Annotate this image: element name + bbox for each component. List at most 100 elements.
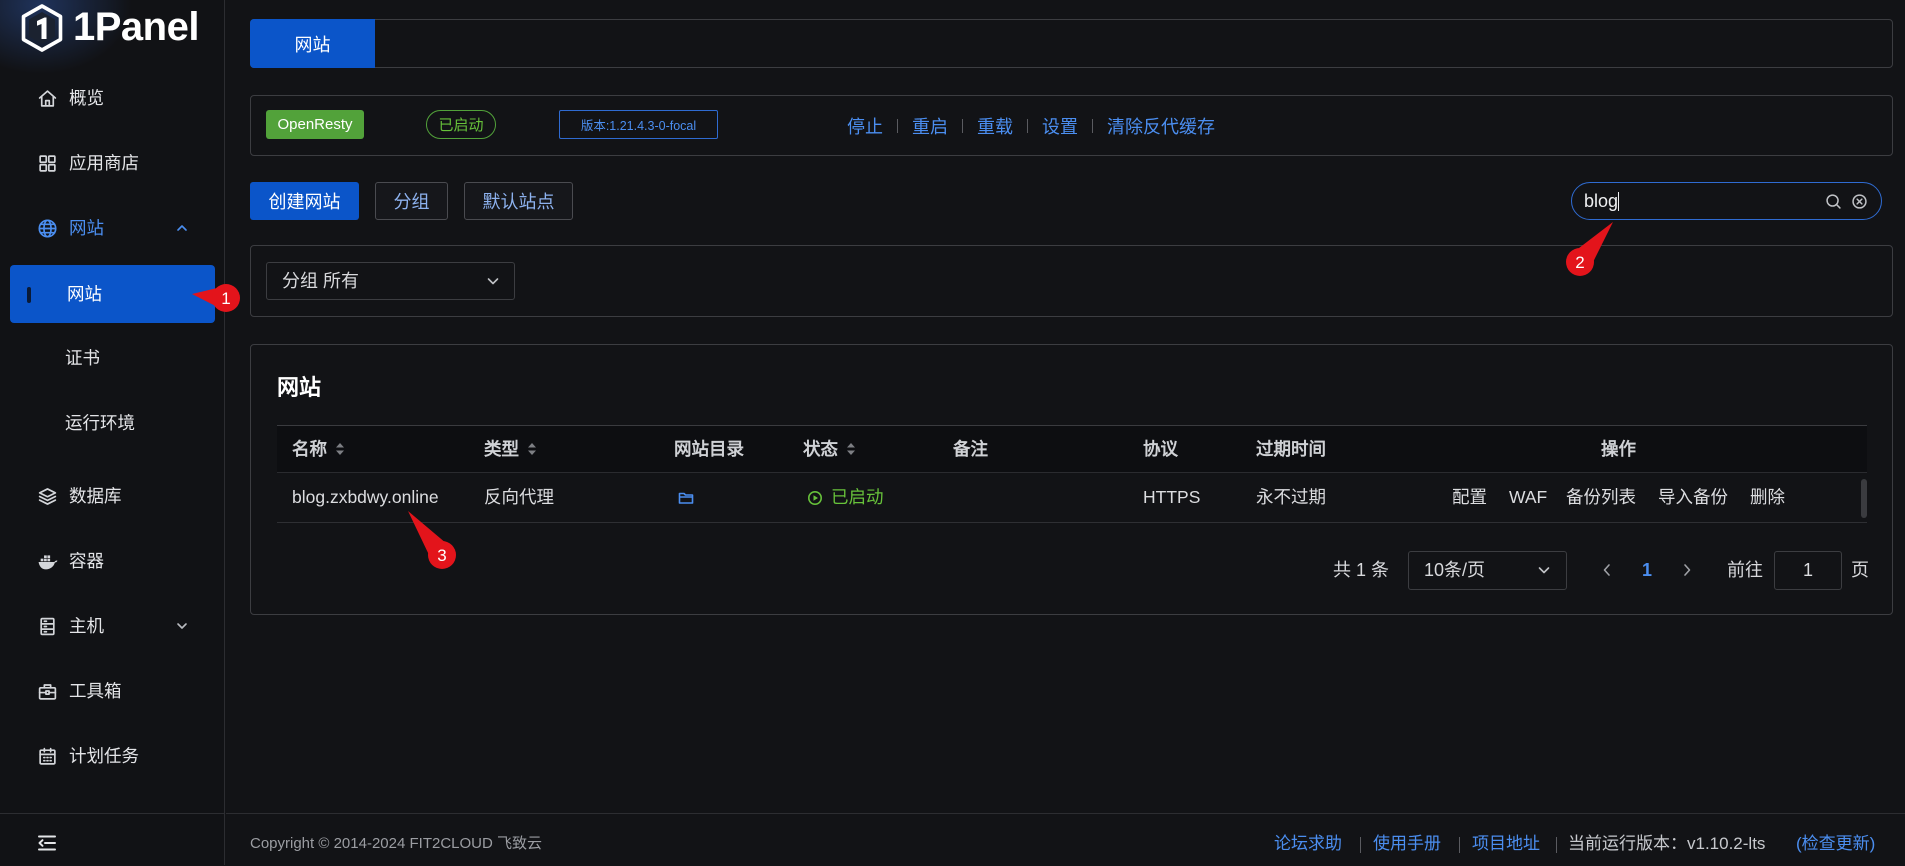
table-row: blog.zxbdwy.online 反向代理 已启动 HTTPS 永不过期 配… bbox=[277, 473, 1867, 523]
website-name-link[interactable]: blog.zxbdwy.online bbox=[292, 473, 439, 522]
group-button[interactable]: 分组 bbox=[375, 182, 448, 220]
apps-icon bbox=[39, 155, 56, 172]
sidebar-item-cron-jobs[interactable]: 计划任务 bbox=[0, 731, 224, 781]
search-icon[interactable] bbox=[1825, 193, 1842, 210]
running-status-icon bbox=[808, 491, 822, 505]
version-text: 当前运行版本：v1.10.2-lts bbox=[1568, 834, 1766, 853]
column-header-name[interactable]: 名称 bbox=[292, 426, 345, 473]
sidebar-item-websites[interactable]: 网站 bbox=[10, 265, 215, 323]
page-size-select[interactable]: 10条/页 bbox=[1408, 551, 1567, 590]
website-protocol: HTTPS bbox=[1143, 487, 1201, 507]
sidebar-item-label: 容器 bbox=[69, 551, 104, 571]
table-header: 名称 类型 网站目录 状态 备注 协议 过期时间 操作 bbox=[277, 425, 1867, 473]
divider bbox=[1092, 118, 1093, 133]
horizontal-scrollbar[interactable] bbox=[1861, 479, 1867, 518]
footer: Copyright © 2014-2024 FIT2CLOUD 飞致云 论坛求助… bbox=[226, 813, 1905, 865]
group-filter-select[interactable]: 分组 所有 bbox=[266, 262, 515, 300]
create-website-button[interactable]: 创建网站 bbox=[250, 182, 359, 220]
manual-link[interactable]: 使用手册 bbox=[1373, 822, 1441, 866]
text-caret bbox=[1618, 192, 1619, 211]
docker-icon bbox=[38, 555, 58, 570]
waf-button[interactable]: WAF bbox=[1509, 473, 1547, 522]
chevron-down-icon bbox=[487, 278, 499, 285]
calendar-icon bbox=[39, 747, 56, 765]
column-header-status[interactable]: 状态 bbox=[803, 426, 856, 473]
divider bbox=[1556, 837, 1557, 853]
websites-panel: 网站 名称 类型 网站目录 状态 备注 协议 过期时间 操作 blog.zxbd… bbox=[250, 344, 1893, 615]
sidebar-item-database[interactable]: 数据库 bbox=[0, 471, 224, 521]
website-status[interactable]: 已启动 bbox=[831, 473, 884, 522]
website-expiry[interactable]: 永不过期 bbox=[1256, 473, 1326, 522]
divider bbox=[1459, 837, 1460, 853]
sidebar-item-label: 网站 bbox=[69, 218, 104, 238]
divider bbox=[1027, 118, 1028, 133]
divider bbox=[897, 118, 898, 133]
goto-label: 前往 bbox=[1727, 560, 1763, 580]
page-number-current[interactable]: 1 bbox=[1639, 551, 1655, 590]
sidebar-item-certificates[interactable]: 证书 bbox=[10, 333, 215, 383]
sidebar-item-label: 数据库 bbox=[69, 486, 122, 506]
config-button[interactable]: 配置 bbox=[1452, 473, 1487, 522]
copyright-text: Copyright © 2014-2024 FIT2CLOUD 飞致云 bbox=[250, 835, 542, 852]
sidebar-item-containers[interactable]: 容器 bbox=[0, 536, 224, 586]
sidebar-item-label: 主机 bbox=[69, 616, 104, 636]
project-link[interactable]: 项目地址 bbox=[1472, 822, 1540, 866]
import-backup-button[interactable]: 导入备份 bbox=[1658, 473, 1728, 522]
reload-button[interactable]: 重载 bbox=[977, 113, 1013, 139]
sidebar-item-overview[interactable]: 概览 bbox=[0, 73, 224, 123]
divider bbox=[1360, 837, 1361, 853]
sidebar-item-websites-group[interactable]: 网站 bbox=[0, 203, 224, 253]
host-icon bbox=[40, 617, 55, 636]
chevron-down-icon bbox=[1538, 567, 1550, 574]
sidebar-item-toolbox[interactable]: 工具箱 bbox=[0, 666, 224, 716]
filter-bar: 分组 所有 bbox=[250, 245, 1893, 317]
tab-websites[interactable]: 网站 bbox=[250, 19, 375, 68]
column-header-expiry: 过期时间 bbox=[1256, 439, 1326, 459]
page-size-value: 10条/页 bbox=[1424, 560, 1486, 580]
delete-button[interactable]: 删除 bbox=[1750, 473, 1785, 522]
default-site-button[interactable]: 默认站点 bbox=[464, 182, 573, 220]
column-label: 类型 bbox=[484, 439, 519, 459]
panel-title: 网站 bbox=[277, 375, 322, 400]
website-type: 反向代理 bbox=[484, 487, 554, 507]
prev-page-icon[interactable] bbox=[1599, 561, 1615, 579]
settings-button[interactable]: 设置 bbox=[1042, 113, 1078, 139]
group-filter-value: 所有 bbox=[323, 271, 360, 291]
forum-link[interactable]: 论坛求助 bbox=[1274, 822, 1342, 866]
sidebar: 1Panel 概览 应用商店 网站 网站 证书 运行环境 数据库 容器 主机 工… bbox=[0, 0, 225, 865]
backup-list-button[interactable]: 备份列表 bbox=[1566, 473, 1636, 522]
sidebar-item-label: 应用商店 bbox=[69, 153, 139, 173]
sort-icon bbox=[847, 443, 855, 455]
next-page-icon[interactable] bbox=[1679, 561, 1695, 579]
sidebar-item-runtime[interactable]: 运行环境 bbox=[10, 398, 215, 448]
clear-proxy-cache-button[interactable]: 清除反代缓存 bbox=[1107, 113, 1215, 139]
status-badge: 已启动 bbox=[426, 110, 496, 139]
menu-collapse-icon[interactable] bbox=[36, 832, 58, 854]
column-header-type[interactable]: 类型 bbox=[484, 426, 537, 473]
goto-page-input[interactable] bbox=[1774, 551, 1842, 590]
stop-button[interactable]: 停止 bbox=[847, 113, 883, 139]
total-count: 共 1 条 bbox=[1333, 560, 1390, 580]
column-header-actions: 操作 bbox=[1601, 439, 1636, 459]
check-update-link[interactable]: (检查更新) bbox=[1796, 822, 1875, 866]
sidebar-item-label: 运行环境 bbox=[65, 413, 135, 433]
tab-bar: 网站 bbox=[250, 19, 1893, 68]
server-actions: 停止 重启 重载 设置 清除反代缓存 bbox=[847, 96, 1215, 155]
sidebar-item-app-store[interactable]: 应用商店 bbox=[0, 138, 224, 188]
openresty-status-bar: OpenResty 已启动 版本:1.21.4.3-0-focal 停止 重启 … bbox=[250, 95, 1893, 156]
sidebar-item-label: 概览 bbox=[69, 88, 104, 108]
group-filter-label: 分组 bbox=[282, 271, 318, 291]
sidebar-item-label: 工具箱 bbox=[69, 681, 122, 701]
sidebar-item-label: 网站 bbox=[67, 284, 102, 304]
clear-icon[interactable] bbox=[1851, 193, 1868, 210]
restart-button[interactable]: 重启 bbox=[912, 113, 948, 139]
chevron-down-icon bbox=[177, 623, 187, 629]
logo-text: 1Panel bbox=[73, 5, 199, 49]
column-header-remark: 备注 bbox=[953, 439, 988, 459]
column-label: 名称 bbox=[292, 439, 327, 459]
search-box bbox=[1571, 182, 1882, 220]
divider bbox=[962, 118, 963, 133]
group-filter-text: 分组 所有 bbox=[282, 263, 359, 299]
sidebar-item-host[interactable]: 主机 bbox=[0, 601, 224, 651]
folder-icon[interactable] bbox=[678, 491, 694, 505]
